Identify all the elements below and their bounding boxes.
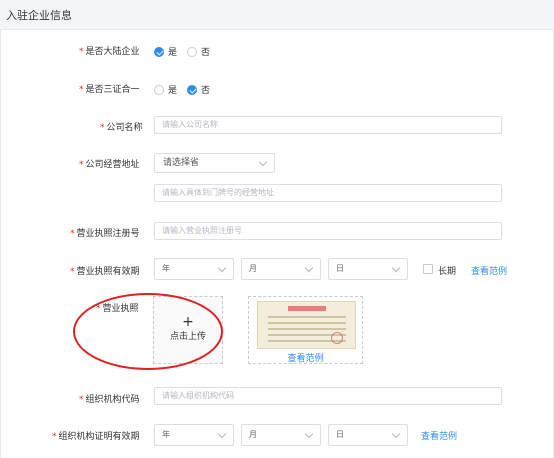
- org-year-select[interactable]: 年: [154, 424, 234, 446]
- license-validity-example-link[interactable]: 查看范例: [471, 264, 507, 277]
- company-name-label: * 公司名称: [100, 123, 143, 133]
- org-validity-label: * 组织机构证明有效期: [52, 432, 140, 442]
- mainland-label: * 是否大陆企业: [79, 47, 140, 57]
- section-title: 入驻企业信息: [6, 9, 72, 22]
- mainland-yes-radio[interactable]: [154, 46, 164, 57]
- required-mark: *: [52, 432, 57, 442]
- three-in-one-yes-radio[interactable]: [154, 84, 164, 95]
- long-term-label[interactable]: 长期: [438, 264, 456, 277]
- required-mark: *: [79, 395, 84, 405]
- three-in-one-no-label[interactable]: 否: [201, 83, 210, 96]
- org-code-input[interactable]: 请输入组织机构代码: [154, 387, 502, 405]
- license-sample-link[interactable]: 查看范例: [249, 351, 362, 364]
- license-day-select[interactable]: 日: [328, 258, 408, 280]
- org-code-label: * 组织机构代码: [79, 395, 140, 405]
- required-mark: *: [79, 47, 84, 57]
- license-sample-image: [257, 301, 356, 349]
- license-sample: 查看范例: [248, 296, 363, 364]
- chevron-down-icon: [391, 429, 401, 439]
- org-validity-example-link[interactable]: 查看范例: [421, 429, 457, 442]
- three-in-one-label: * 是否三证合一: [79, 85, 140, 95]
- mainland-radio-group: 是 否: [154, 45, 220, 58]
- three-in-one-no-radio[interactable]: [187, 84, 198, 95]
- chevron-down-icon: [258, 157, 268, 167]
- mainland-yes-label[interactable]: 是: [168, 45, 177, 58]
- province-select[interactable]: 请选择省: [154, 153, 275, 173]
- chevron-down-icon: [217, 429, 227, 439]
- org-day-value: 日: [336, 430, 344, 439]
- license-year-value: 年: [162, 264, 170, 273]
- province-select-value: 请选择省: [163, 158, 200, 168]
- required-mark: *: [79, 85, 84, 95]
- license-year-select[interactable]: 年: [154, 258, 234, 280]
- company-name-input[interactable]: 请输入公司名称: [154, 116, 502, 134]
- license-month-value: 月: [249, 264, 257, 273]
- section-header: 入驻企业信息: [0, 0, 554, 30]
- required-mark: *: [70, 229, 75, 239]
- license-month-select[interactable]: 月: [241, 258, 321, 280]
- three-in-one-yes-label[interactable]: 是: [168, 83, 177, 96]
- license-validity-label: * 营业执照有效期: [70, 267, 140, 277]
- address-detail-input[interactable]: 请输入具体到门牌号的经营地址: [154, 184, 502, 202]
- chevron-down-icon: [217, 263, 227, 273]
- chevron-down-icon: [304, 429, 314, 439]
- license-day-value: 日: [336, 264, 344, 273]
- three-in-one-radio-group: 是 否: [154, 83, 220, 96]
- red-annotation-ellipse: [73, 293, 223, 370]
- required-mark: *: [79, 160, 84, 170]
- org-month-select[interactable]: 月: [241, 424, 321, 446]
- sample-text-lines: [268, 316, 346, 318]
- chevron-down-icon: [304, 263, 314, 273]
- mainland-no-label[interactable]: 否: [201, 45, 210, 58]
- org-year-value: 年: [162, 430, 170, 439]
- required-mark: *: [100, 123, 105, 133]
- license-reg-input[interactable]: 请输入营业执照注册号: [154, 222, 502, 240]
- mainland-no-radio[interactable]: [187, 46, 198, 57]
- sample-title-bar: [288, 306, 326, 311]
- business-address-label: * 公司经营地址: [79, 160, 140, 170]
- required-mark: *: [70, 267, 75, 277]
- license-reg-label: * 营业执照注册号: [70, 229, 140, 239]
- chevron-down-icon: [391, 263, 401, 273]
- org-month-value: 月: [249, 430, 257, 439]
- org-day-select[interactable]: 日: [328, 424, 408, 446]
- sample-seal-icon: [331, 332, 343, 344]
- long-term-checkbox[interactable]: [423, 264, 433, 274]
